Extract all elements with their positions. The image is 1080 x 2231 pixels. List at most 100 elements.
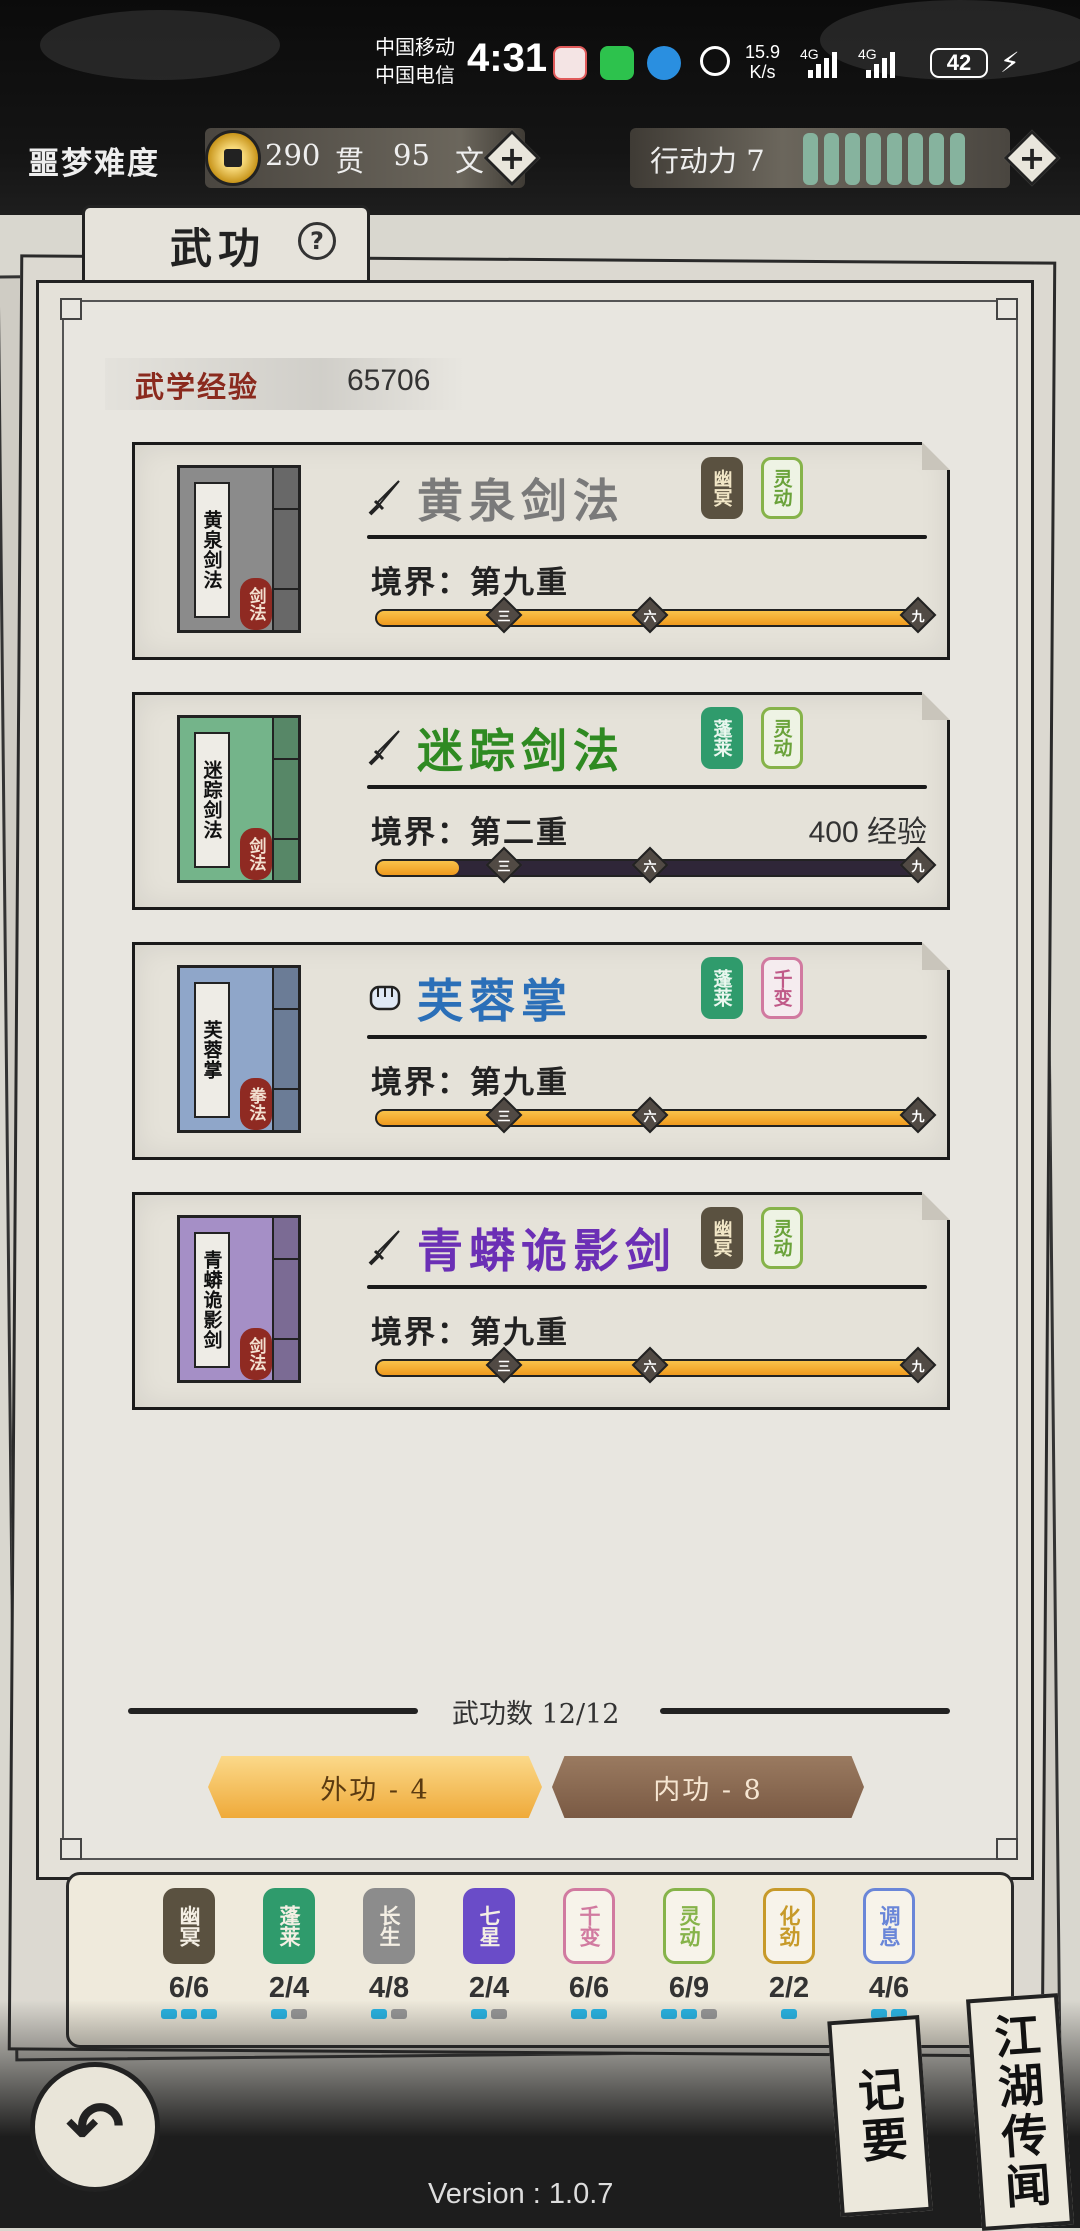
- net-speed: 15.9 K/s: [745, 42, 781, 82]
- card-divider: [367, 535, 927, 539]
- skill-card[interactable]: 芙蓉掌 拳法 芙蓉掌 蓬莱 千变 境界：第九重三六九: [132, 942, 950, 1160]
- skill-card[interactable]: 青蟒诡影剑 剑法 青蟒诡影剑 幽冥 灵动 境界：第九重三六九: [132, 1192, 950, 1410]
- skill-book-icon: 迷踪剑法 剑法: [177, 715, 301, 883]
- skill-name: 黄泉剑法: [417, 474, 625, 528]
- carrier-1: 中国移动: [375, 37, 455, 59]
- difficulty-label: 噩梦难度: [28, 146, 160, 182]
- exp-label: 武学经验: [135, 370, 260, 404]
- card-divider: [367, 1285, 927, 1289]
- book-seal: 剑法: [240, 828, 272, 880]
- realm-marker: 三: [485, 1096, 523, 1134]
- skill-tag: 幽冥: [701, 1207, 743, 1269]
- progress-fill: [377, 861, 459, 875]
- outer-skills-button[interactable]: 外功 - 4: [208, 1756, 542, 1818]
- card-divider: [367, 785, 927, 789]
- realm-marker: 九: [899, 596, 936, 634]
- realm-progress-bar: 三六九: [375, 846, 936, 884]
- exp-needed: 400 经验: [808, 816, 927, 849]
- stamina-cell: [929, 133, 944, 185]
- book-seal: 剑法: [240, 578, 272, 630]
- frame-corner: [60, 298, 82, 320]
- money-wen-value: 95: [393, 138, 430, 172]
- wechat-icon: [600, 46, 634, 80]
- carrier-2: 中国电信: [375, 65, 455, 87]
- page-fold: [922, 942, 950, 970]
- realm-marker: 三: [485, 846, 523, 884]
- skill-count: 武功数 12/12: [452, 1699, 620, 1730]
- realm-marker: 三: [485, 1346, 523, 1384]
- stamina-cells: [803, 133, 965, 185]
- realm-marker: 九: [899, 846, 936, 884]
- realm-progress-bar: 三六九: [375, 1096, 936, 1134]
- stamina-cell: [845, 133, 860, 185]
- skill-realm: 境界：第九重: [371, 1315, 569, 1351]
- frame-corner: [60, 1838, 82, 1860]
- money-guan-value: 290: [265, 138, 321, 172]
- rumor-button[interactable]: 江湖传闻: [966, 1993, 1074, 2231]
- card-divider: [367, 1035, 927, 1039]
- divider-line: [660, 1708, 950, 1714]
- realm-marker: 三: [485, 596, 523, 634]
- book-title: 青蟒诡影剑: [194, 1232, 230, 1368]
- alarm-icon: [700, 46, 730, 76]
- skill-realm: 境界：第九重: [371, 565, 569, 601]
- sword-icon: [365, 727, 405, 767]
- record-button[interactable]: 记要: [827, 2015, 933, 2217]
- tab-title: 武功: [170, 224, 267, 273]
- skill-tag: 千变: [761, 957, 803, 1019]
- version-label: Version : 1.0.7: [428, 2178, 614, 2210]
- book-spine: [272, 1218, 298, 1380]
- skill-card[interactable]: 黄泉剑法 剑法 黄泉剑法 幽冥 灵动 境界：第九重三六九: [132, 442, 950, 660]
- clock: 4:31: [467, 36, 548, 80]
- status-bar: 中国移动 中国电信 4:31 15.9 K/s 4G 4G 42 ⚡: [0, 20, 1080, 110]
- money-guan-unit: 贯: [335, 144, 365, 178]
- stamina-cell: [866, 133, 881, 185]
- page-fold: [922, 442, 950, 470]
- tag-badge: 长生: [363, 1888, 415, 1964]
- skill-name: 青蟒诡影剑: [417, 1224, 677, 1278]
- coin-icon: [205, 130, 261, 186]
- money-wen-unit: 文: [455, 144, 485, 178]
- help-icon[interactable]: ?: [298, 222, 336, 260]
- tag-badge: 灵动: [663, 1888, 715, 1964]
- skill-tag: 灵动: [761, 457, 803, 519]
- page-fold: [922, 692, 950, 720]
- tag-badge: 化劲: [763, 1888, 815, 1964]
- skill-tag: 幽冥: [701, 457, 743, 519]
- realm-marker: 六: [631, 596, 669, 634]
- frame-corner: [996, 298, 1018, 320]
- realm-marker: 九: [899, 1346, 936, 1384]
- skill-tag: 灵动: [761, 707, 803, 769]
- stamina-cell: [887, 133, 902, 185]
- back-button[interactable]: ↶: [30, 2062, 160, 2192]
- skill-book-icon: 芙蓉掌 拳法: [177, 965, 301, 1133]
- book-seal: 拳法: [240, 1078, 272, 1130]
- skill-book-icon: 青蟒诡影剑 剑法: [177, 1215, 301, 1383]
- book-seal: 剑法: [240, 1328, 272, 1380]
- skill-realm: 境界：第九重: [371, 1065, 569, 1101]
- charging-icon: ⚡: [1000, 46, 1020, 79]
- battery-icon: 42: [930, 48, 988, 78]
- sword-icon: [365, 1227, 405, 1267]
- inner-skills-button[interactable]: 内功 - 8: [552, 1756, 864, 1818]
- tag-badge: 幽冥: [163, 1888, 215, 1964]
- app-notification-icon: [553, 46, 587, 80]
- realm-marker: 六: [631, 846, 669, 884]
- plus-icon: +: [498, 139, 526, 177]
- stamina-cell: [950, 133, 965, 185]
- book-title: 迷踪剑法: [194, 732, 230, 868]
- plus-icon: +: [1018, 139, 1046, 177]
- tag-badge: 蓬莱: [263, 1888, 315, 1964]
- book-spine: [272, 968, 298, 1130]
- realm-marker: 九: [899, 1096, 936, 1134]
- realm-progress-bar: 三六九: [375, 596, 936, 634]
- page-fold: [922, 1192, 950, 1220]
- carrier-labels: 中国移动 中国电信: [375, 34, 455, 90]
- skill-tag: 灵动: [761, 1207, 803, 1269]
- realm-marker: 六: [631, 1096, 669, 1134]
- skill-book-icon: 黄泉剑法 剑法: [177, 465, 301, 633]
- book-title: 黄泉剑法: [194, 482, 230, 618]
- back-arrow-icon: ↶: [65, 2086, 125, 2168]
- skill-card[interactable]: 迷踪剑法 剑法 迷踪剑法 蓬莱 灵动 境界：第二重 400 经验三六九: [132, 692, 950, 910]
- signal-bars-1-icon: [808, 52, 837, 78]
